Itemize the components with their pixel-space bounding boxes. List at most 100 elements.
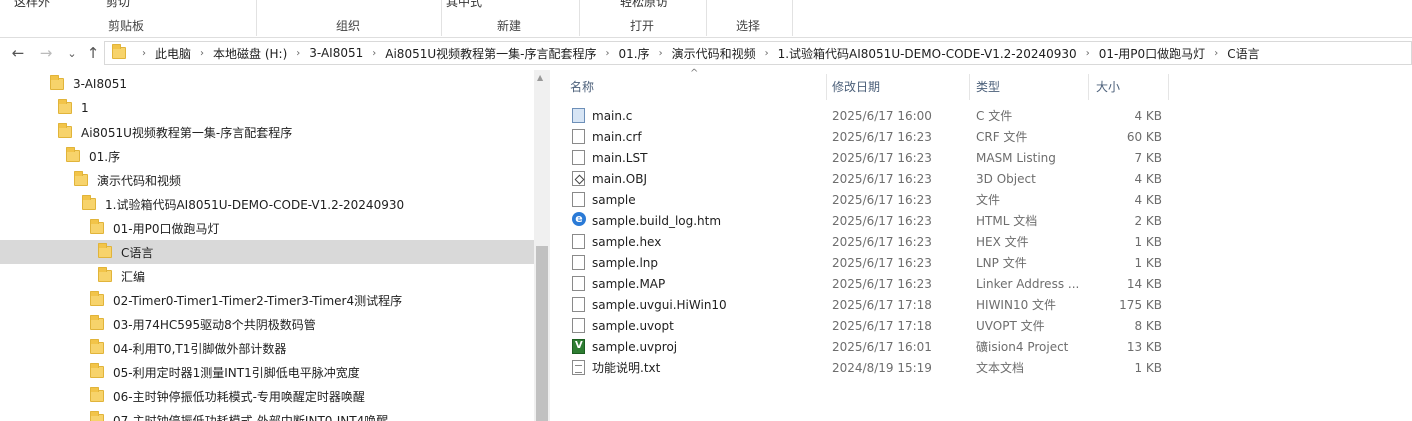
- chevron-right-icon: ›: [1214, 47, 1219, 59]
- chevron-right-icon: ›: [1085, 47, 1090, 59]
- file-name: main.crf: [592, 129, 642, 144]
- tree-item[interactable]: 03-用74HC595驱动8个共阴极数码管: [0, 312, 534, 336]
- file-date: 2025/6/17 16:23: [832, 234, 932, 249]
- column-header-size[interactable]: 大小: [1096, 70, 1166, 102]
- file-size: 1 KB: [1134, 255, 1162, 270]
- file-row[interactable]: sample.build_log.htm 2025/6/17 16:23 HTML …: [568, 210, 1228, 231]
- folder-icon: [98, 243, 112, 258]
- tree-item[interactable]: 3-AI8051: [0, 72, 534, 96]
- tree-item[interactable]: 05-利用定时器1测量INT1引脚低电平脉冲宽度: [0, 360, 534, 384]
- breadcrumb-drive[interactable]: 本地磁盘 (H:): [210, 45, 290, 62]
- file-size: 14 KB: [1126, 276, 1162, 291]
- easy-access-button[interactable]: 轻松原访: [620, 0, 668, 10]
- tree-item[interactable]: 演示代码和视频: [0, 168, 534, 192]
- file-name: sample.MAP: [592, 276, 666, 291]
- file-row[interactable]: sample.uvopt 2025/6/17 17:18 UVOPT 文件 8 KB: [568, 315, 1228, 336]
- cut-button[interactable]: 剪切: [106, 0, 130, 10]
- blank-file-icon: [572, 297, 585, 312]
- tree-item-label: 演示代码和视频: [97, 173, 182, 188]
- tree-item-label: C语言: [121, 245, 154, 260]
- breadcrumb-current[interactable]: C语言: [1224, 45, 1262, 62]
- breadcrumb-item[interactable]: 1.试验箱代码AI8051U-DEMO-CODE-V1.2-20240930: [775, 45, 1080, 62]
- tree-item[interactable]: 1.试验箱代码AI8051U-DEMO-CODE-V1.2-20240930: [0, 192, 534, 216]
- column-divider[interactable]: [826, 74, 827, 100]
- tree-item-selected[interactable]: C语言: [0, 240, 534, 264]
- breadcrumb-item[interactable]: Ai8051U视频教程第一集-序言配套程序: [382, 45, 599, 62]
- scrollbar-thumb[interactable]: [536, 246, 548, 421]
- breadcrumb-item[interactable]: 01.序: [615, 45, 652, 62]
- tree-item-label: 1.试验箱代码AI8051U-DEMO-CODE-V1.2-20240930: [105, 197, 405, 212]
- ribbon-cut-text[interactable]: 这样外: [14, 0, 50, 10]
- folder-icon: [74, 171, 88, 186]
- ribbon-cut-text[interactable]: 其中式: [446, 0, 482, 10]
- group-open: 打开: [630, 19, 655, 33]
- column-header-date[interactable]: 修改日期: [832, 70, 967, 102]
- breadcrumb-item[interactable]: 演示代码和视频: [669, 45, 759, 62]
- file-date: 2025/6/17 16:23: [832, 192, 932, 207]
- file-date: 2025/6/17 16:23: [832, 150, 932, 165]
- file-row[interactable]: sample 2025/6/17 16:23 文件 4 KB: [568, 189, 1228, 210]
- file-type: 礦ision4 Project: [976, 340, 1069, 354]
- file-size: 175 KB: [1119, 297, 1162, 312]
- group-divider: [792, 0, 793, 36]
- folder-icon: [58, 99, 72, 114]
- tree-item[interactable]: 01-用P0口做跑马灯: [0, 216, 534, 240]
- file-row[interactable]: main.crf 2025/6/17 16:23 CRF 文件 60 KB: [568, 126, 1228, 147]
- up-arrow-icon[interactable]: ↑: [83, 43, 103, 63]
- tree-item[interactable]: 06-主时钟停振低功耗模式-专用唤醒定时器唤醒: [0, 384, 534, 408]
- blank-file-icon: [572, 234, 585, 249]
- folder-icon: [90, 291, 104, 306]
- file-size: 60 KB: [1126, 129, 1162, 144]
- file-row[interactable]: sample.MAP 2025/6/17 16:23 Linker Address …: [568, 273, 1228, 294]
- navigation-tree: 3-AI8051 1 Ai8051U视频教程第一集-序言配套程序 01.序 演示…: [0, 70, 534, 421]
- tree-item[interactable]: 1: [0, 96, 534, 120]
- file-list: ^ 名称 修改日期 类型 大小 main.c 2025/6/17 16:00 C 文…: [550, 68, 1412, 421]
- recent-locations-icon[interactable]: ⌄: [62, 43, 82, 63]
- breadcrumb-item[interactable]: 3-AI8051: [306, 46, 366, 60]
- tree-item[interactable]: 01.序: [0, 144, 534, 168]
- file-date: 2025/6/17 16:23: [832, 255, 932, 270]
- tree-scrollbar[interactable]: ▲: [534, 70, 550, 421]
- tree-item[interactable]: 04-利用T0,T1引脚做外部计数器: [0, 336, 534, 360]
- folder-icon: [90, 219, 104, 234]
- file-type: HEX 文件: [976, 235, 1029, 249]
- file-row[interactable]: main.c 2025/6/17 16:00 C 文件 4 KB: [568, 105, 1228, 126]
- tree-item[interactable]: 汇编: [0, 264, 534, 288]
- file-type: HIWIN10 文件: [976, 298, 1057, 312]
- tree-item[interactable]: 07-主时钟停振低功耗模式-外部中断INT0-INT4唤醒: [0, 408, 534, 421]
- blank-file-icon: [572, 192, 585, 207]
- address-box[interactable]: › 此电脑 › 本地磁盘 (H:) › 3-AI8051 › Ai8051U视频…: [104, 41, 1412, 65]
- file-row[interactable]: sample.lnp 2025/6/17 16:23 LNP 文件 1 KB: [568, 252, 1228, 273]
- column-divider[interactable]: [1088, 74, 1089, 100]
- column-header-name[interactable]: 名称: [570, 70, 820, 102]
- file-size: 1 KB: [1134, 234, 1162, 249]
- file-name: sample.uvproj: [592, 339, 678, 354]
- tree-item[interactable]: 02-Timer0-Timer1-Timer2-Timer3-Timer4测试程…: [0, 288, 534, 312]
- breadcrumb-this-pc[interactable]: 此电脑: [152, 45, 194, 62]
- tree-item-label: 01-用P0口做跑马灯: [113, 221, 220, 236]
- tree-item[interactable]: Ai8051U视频教程第一集-序言配套程序: [0, 120, 534, 144]
- column-divider[interactable]: [969, 74, 970, 100]
- column-header-type[interactable]: 类型: [976, 70, 1086, 102]
- c-file-icon: [572, 108, 585, 123]
- file-row[interactable]: sample.uvgui.HiWin10 2025/6/17 17:18 HIWIN…: [568, 294, 1228, 315]
- ribbon: 这样外 剪切 其中式 轻松原访 剪贴板 组织 新建 打开 选择: [0, 0, 1412, 38]
- file-size: 1 KB: [1134, 360, 1162, 375]
- text-file-icon: [572, 360, 585, 375]
- file-row[interactable]: main.OBJ 2025/6/17 16:23 3D Object 4 KB: [568, 168, 1228, 189]
- file-row[interactable]: sample.hex 2025/6/17 16:23 HEX 文件 1 KB: [568, 231, 1228, 252]
- file-name: sample.build_log.htm: [592, 213, 722, 228]
- chevron-right-icon: ›: [296, 47, 301, 59]
- file-row[interactable]: 功能说明.txt 2024/8/19 15:19 文本文档 1 KB: [568, 357, 1228, 378]
- file-type: LNP 文件: [976, 256, 1027, 270]
- breadcrumb-item[interactable]: 01-用P0口做跑马灯: [1096, 45, 1208, 62]
- file-type: Linker Address ...: [976, 276, 1080, 291]
- file-row[interactable]: main.LST 2025/6/17 16:23 MASM Listing 7 KB: [568, 147, 1228, 168]
- back-arrow-icon[interactable]: ←: [8, 43, 28, 63]
- column-type-label: 类型: [976, 79, 1001, 94]
- scroll-up-icon[interactable]: ▲: [537, 73, 543, 82]
- file-name: 功能说明.txt: [592, 361, 661, 375]
- column-divider[interactable]: [1168, 74, 1169, 100]
- file-row[interactable]: sample.uvproj 2025/6/17 16:01 礦ision4 Proj…: [568, 336, 1228, 357]
- forward-arrow-icon[interactable]: →: [36, 43, 56, 63]
